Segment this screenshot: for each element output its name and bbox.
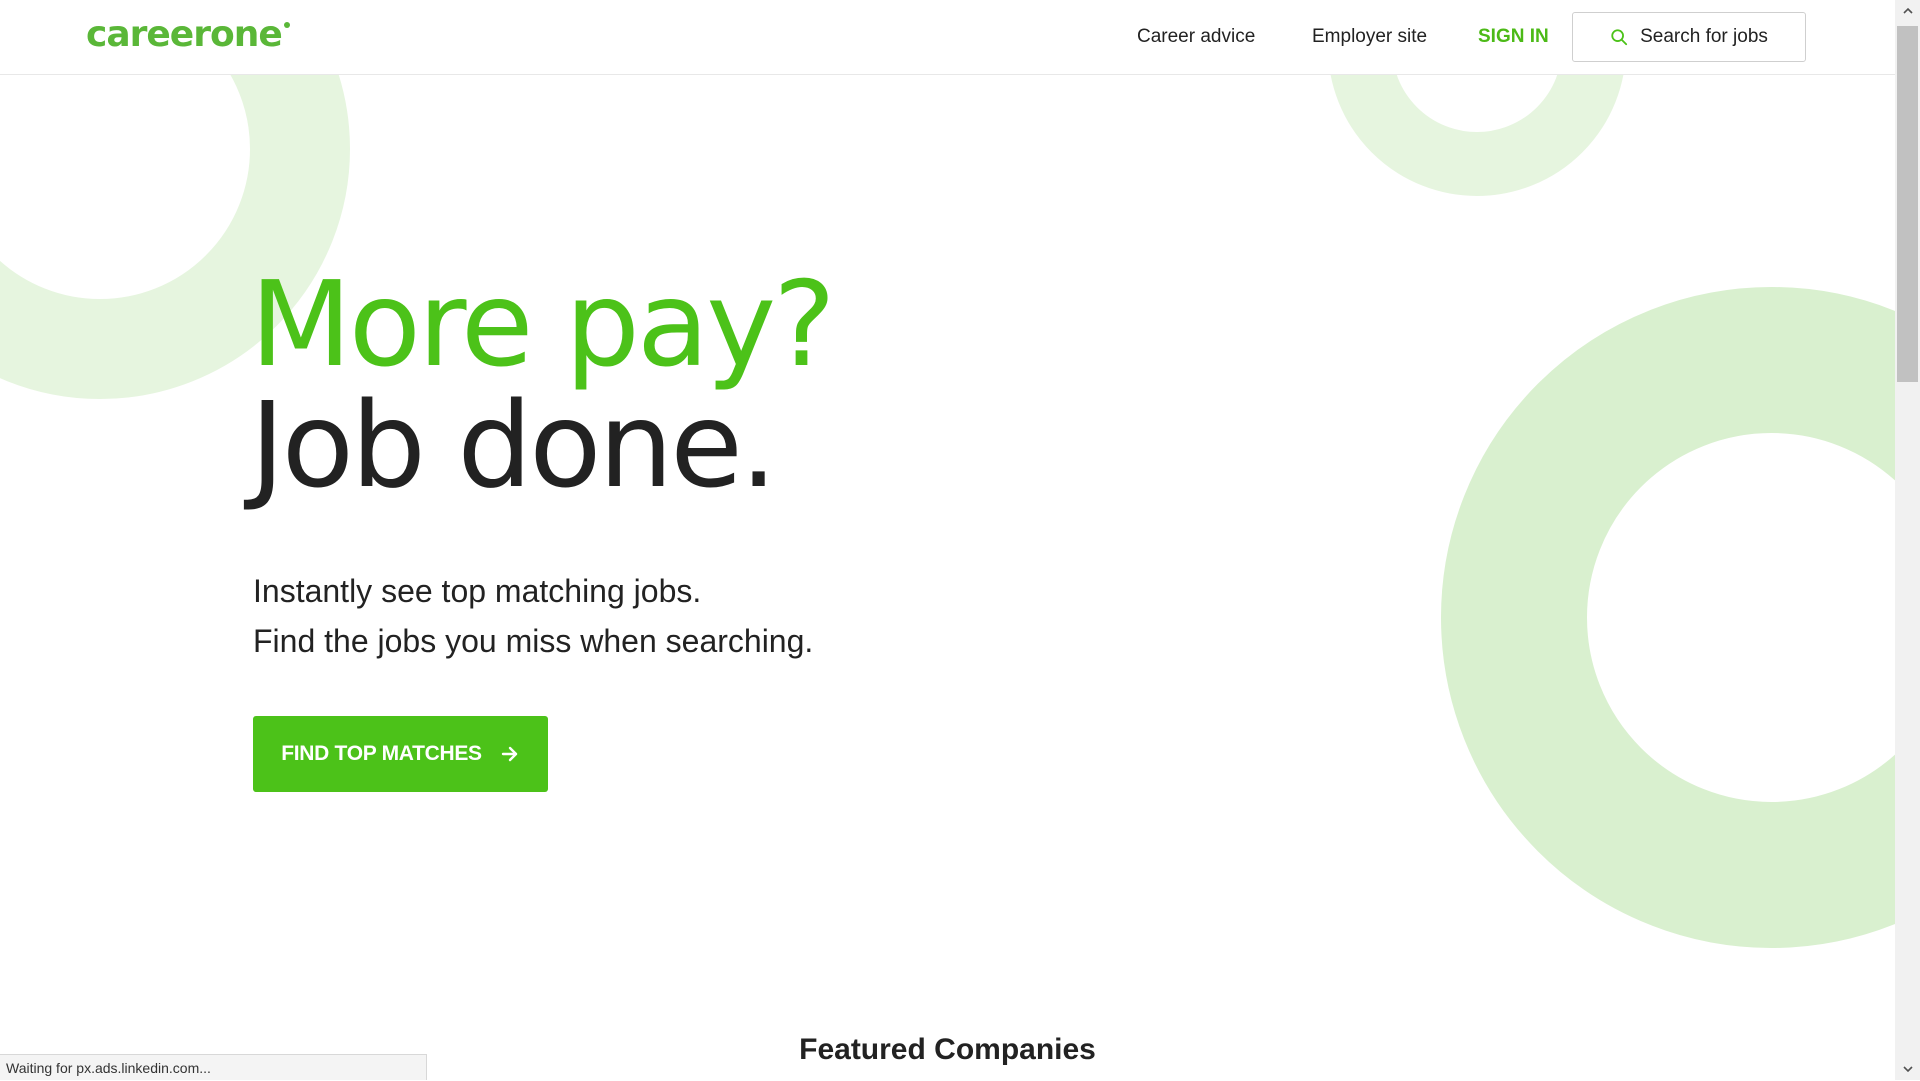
find-top-matches-label: FIND TOP MATCHES	[281, 742, 482, 765]
sign-in-link[interactable]: SIGN IN	[1478, 26, 1549, 48]
careerone-logo[interactable]: careerone	[86, 12, 290, 58]
search-jobs-label: Search for jobs	[1640, 26, 1768, 47]
hero-subtext-line1: Instantly see top matching jobs.	[253, 573, 702, 609]
decorative-ring-right	[1441, 287, 1895, 948]
chevron-up-icon	[1902, 7, 1913, 14]
site-header: careerone Career advice Employer site SI…	[0, 0, 1895, 75]
page-viewport: careerone Career advice Employer site SI…	[0, 0, 1895, 1080]
search-icon	[1611, 29, 1628, 46]
arrow-right-icon	[501, 746, 517, 762]
vertical-scrollbar[interactable]	[1895, 0, 1920, 1080]
scrollbar-thumb[interactable]	[1897, 26, 1918, 382]
chevron-down-icon	[1902, 1066, 1913, 1073]
find-top-matches-button[interactable]: FIND TOP MATCHES	[253, 716, 548, 792]
scroll-down-button[interactable]	[1895, 1058, 1920, 1080]
nav-career-advice[interactable]: Career advice	[1137, 26, 1255, 48]
search-jobs-button[interactable]: Search for jobs	[1572, 12, 1806, 62]
logo-text: careerone	[86, 14, 283, 55]
registered-mark-icon	[283, 22, 290, 28]
headline-more-pay: More pay?	[250, 255, 836, 393]
nav-employer-site[interactable]: Employer site	[1312, 26, 1427, 48]
browser-status-bar: Waiting for px.ads.linkedin.com...	[0, 1054, 427, 1080]
hero-subtext-line2: Find the jobs you miss when searching.	[253, 623, 814, 659]
headline-job-done: Job done.	[250, 376, 777, 514]
scroll-up-button[interactable]	[1895, 0, 1920, 22]
